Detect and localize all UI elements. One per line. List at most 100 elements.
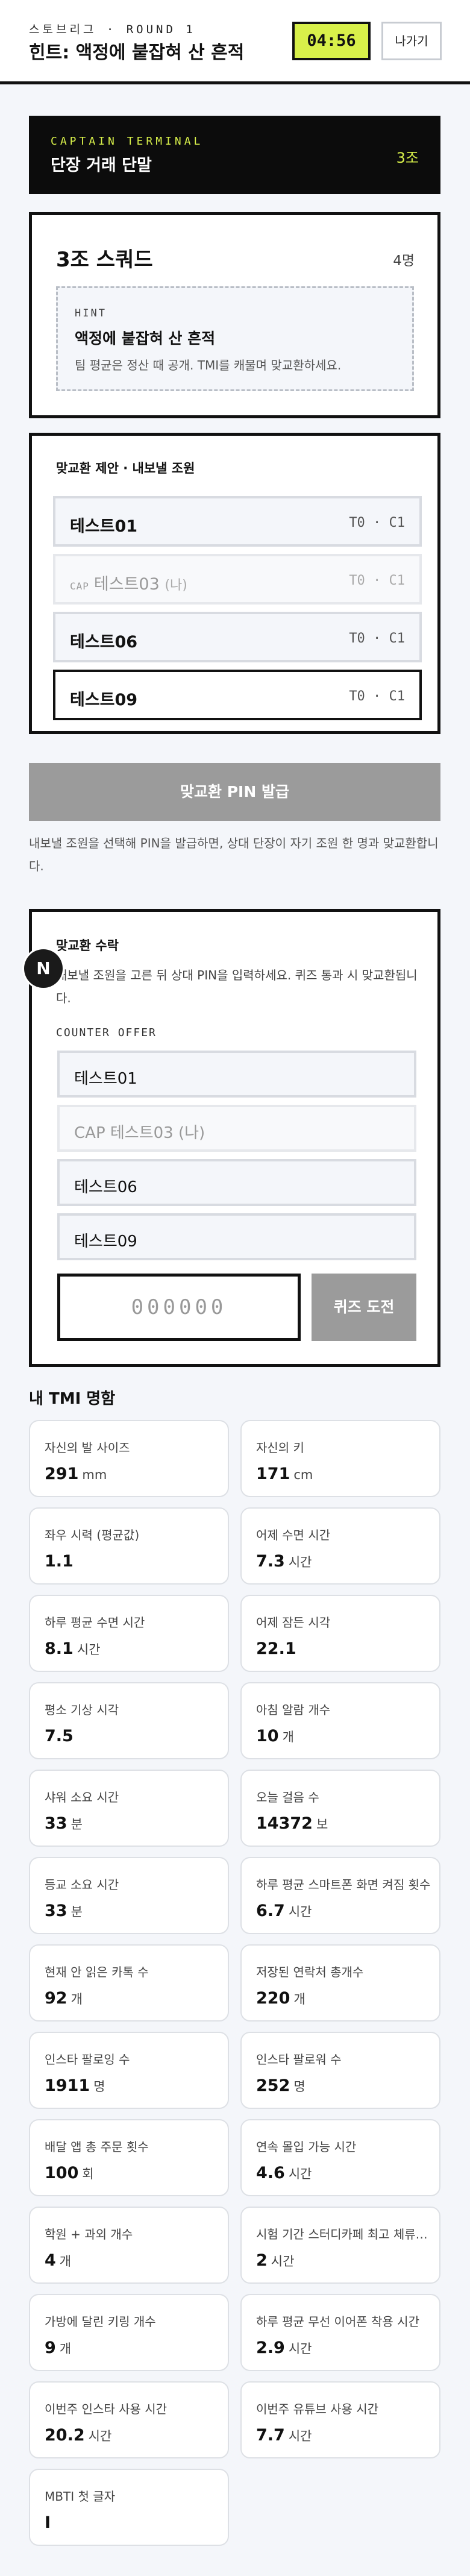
member-row[interactable]: 테스트06 T0 · C1 xyxy=(53,612,422,662)
tmi-answer: 4.6 시간 xyxy=(256,2164,312,2182)
tmi-answer: 6.7 시간 xyxy=(256,1902,312,1920)
tmi-answer: 1911 명 xyxy=(45,2076,105,2095)
tmi-answer: 291 mm xyxy=(45,1465,107,1483)
tmi-card: 배달 앱 총 주문 횟수 100 회 xyxy=(29,2119,229,2196)
offer-member-name: 테스트06 xyxy=(74,1178,137,1196)
tmi-question: 오늘 걸음 수 xyxy=(256,1790,319,1805)
counter-offer-label: COUNTER OFFER xyxy=(56,1026,157,1039)
tmi-answer: 33 분 xyxy=(45,1814,83,1833)
tmi-value: 291 xyxy=(45,1465,79,1483)
tmi-question: 배달 앱 총 주문 횟수 xyxy=(45,2140,149,2154)
tmi-value: 4 xyxy=(45,2251,56,2270)
tmi-question: 샤워 소요 시간 xyxy=(45,1790,119,1805)
tmi-card: 하루 평균 스마트폰 화면 켜짐 횟수 6.7 시간 xyxy=(240,1857,440,1934)
member-meta: T0 · C1 xyxy=(349,689,405,704)
tmi-question: 어제 수면 시간 xyxy=(256,1528,331,1542)
offer-member-name: 테스트09 xyxy=(74,1233,137,1251)
tmi-answer: 7.7 시간 xyxy=(256,2426,312,2445)
tmi-card: 이번주 유튜브 사용 시간 7.7 시간 xyxy=(240,2381,440,2458)
accept-title: 맞교환 수락 xyxy=(56,938,119,953)
tmi-question: 어제 잠든 시각 xyxy=(256,1615,331,1630)
tmi-unit: 명 xyxy=(293,2079,306,2094)
tmi-card: 하루 평균 무선 이어폰 착용 시간 2.9 시간 xyxy=(240,2294,440,2371)
page-title: 힌트: 액정에 붙잡혀 산 흔적 xyxy=(29,42,245,63)
counter-offer-row-captain: CAP 테스트03 (나) xyxy=(57,1105,416,1152)
tmi-answer: 14372 보 xyxy=(256,1814,328,1833)
tmi-unit: 개 xyxy=(282,1730,294,1744)
squad-name: 3조 스쿼드 xyxy=(56,248,153,272)
tmi-card: 하루 평균 수면 시간 8.1 시간 xyxy=(29,1595,229,1672)
trade-accept-panel: 맞교환 수락 내보낼 조원을 고른 뒤 상대 PIN을 입력하세요. 퀴즈 통과… xyxy=(29,909,440,1367)
counter-offer-row[interactable]: 테스트06 xyxy=(57,1159,416,1206)
tmi-question: 하루 평균 스마트폰 화면 켜짐 횟수 xyxy=(256,1877,431,1892)
hint-card: HINT 액정에 붙잡혀 산 흔적 팀 평균은 정산 때 공개. TMI를 캐물… xyxy=(56,286,414,391)
top-header: 스토브리그 · ROUND 1 힌트: 액정에 붙잡혀 산 흔적 04:56 나… xyxy=(0,0,470,84)
tmi-unit: 시간 xyxy=(288,2429,312,2443)
counter-offer-row[interactable]: 테스트01 xyxy=(57,1051,416,1098)
issue-pin-button[interactable]: 맞교환 PIN 발급 xyxy=(29,763,440,821)
tmi-question: 연속 몰입 가능 시간 xyxy=(256,2140,357,2154)
terminal-eyebrow: CAPTAIN TERMINAL xyxy=(51,135,204,148)
team-label: 3조 xyxy=(396,149,419,166)
tmi-question: 평소 기상 시각 xyxy=(45,1703,119,1717)
offer-member-name: CAP 테스트03 (나) xyxy=(74,1124,205,1142)
accept-description: 내보낼 조원을 고른 뒤 상대 PIN을 입력하세요. 퀴즈 통과 시 맞교환됩… xyxy=(56,968,418,1005)
tmi-value: 4.6 xyxy=(256,2164,285,2182)
floating-n-badge[interactable]: N xyxy=(24,949,63,988)
tmi-card: 자신의 키 171 cm xyxy=(240,1420,440,1497)
tmi-question: 가방에 달린 키링 개수 xyxy=(45,2314,156,2329)
tmi-card: 아침 알람 개수 10 개 xyxy=(240,1682,440,1759)
tmi-question: 이번주 인스타 사용 시간 xyxy=(45,2402,168,2416)
tmi-value: 6.7 xyxy=(256,1902,285,1920)
leave-button[interactable]: 나가기 xyxy=(381,22,442,60)
tmi-unit: 시간 xyxy=(288,2342,312,2356)
me-suffix: (나) xyxy=(164,578,187,593)
tmi-card: 이번주 인스타 사용 시간 20.2 시간 xyxy=(29,2381,229,2458)
tmi-unit: cm xyxy=(293,1468,313,1482)
offer-member-name: 테스트01 xyxy=(74,1070,137,1088)
tmi-unit: 분 xyxy=(70,1817,83,1832)
tmi-question: 자신의 발 사이즈 xyxy=(45,1440,130,1455)
pin-input[interactable]: 000000 xyxy=(57,1274,301,1341)
round-label: 스토브리그 · ROUND 1 xyxy=(29,23,196,36)
tmi-unit: mm xyxy=(82,1468,107,1482)
quiz-challenge-button[interactable]: 퀴즈 도전 xyxy=(312,1274,416,1341)
tmi-card: 연속 몰입 가능 시간 4.6 시간 xyxy=(240,2119,440,2196)
counter-offer-row[interactable]: 테스트09 xyxy=(57,1213,416,1260)
hint-description: 팀 평균은 정산 때 공개. TMI를 캐물며 맞교환하세요. xyxy=(75,358,342,372)
member-name: 테스트03 xyxy=(93,575,160,594)
tmi-value: 2 xyxy=(256,2251,268,2270)
captain-terminal-banner: CAPTAIN TERMINAL 단장 거래 단말 3조 xyxy=(29,116,440,194)
tmi-answer: 9개 xyxy=(45,2339,71,2357)
tmi-card: 현재 안 읽은 카톡 수 92 개 xyxy=(29,1944,229,2022)
member-meta: T0 · C1 xyxy=(349,515,405,530)
tmi-answer: 220 개 xyxy=(256,1989,306,2008)
tmi-answer: 8.1 시간 xyxy=(45,1639,100,1658)
tmi-question: 하루 평균 무선 이어폰 착용 시간 xyxy=(256,2314,419,2329)
tmi-question: 자신의 키 xyxy=(256,1440,304,1455)
member-meta: T0 · C1 xyxy=(349,573,405,588)
member-meta: T0 · C1 xyxy=(349,631,405,646)
tmi-question: 인스타 팔로잉 수 xyxy=(45,2052,130,2067)
tmi-card: 저장된 연락처 총개수 220 개 xyxy=(240,1944,440,2022)
tmi-card: 좌우 시력 (평균값) 1.1 xyxy=(29,1507,229,1585)
tmi-answer: 2.9 시간 xyxy=(256,2339,312,2357)
squad-member-count: 4명 xyxy=(393,253,415,269)
tmi-card: 인스타 팔로잉 수 1911 명 xyxy=(29,2032,229,2109)
tmi-question: 인스타 팔로워 수 xyxy=(256,2052,342,2067)
tmi-card: 샤워 소요 시간 33 분 xyxy=(29,1770,229,1847)
tmi-value: I xyxy=(45,2513,51,2532)
tmi-unit: 시간 xyxy=(288,1905,312,1919)
tmi-answer: 7.5 xyxy=(45,1727,77,1745)
member-row[interactable]: 테스트01 T0 · C1 xyxy=(53,496,422,547)
tmi-unit: 시간 xyxy=(288,2167,312,2181)
tmi-question: 현재 안 읽은 카톡 수 xyxy=(45,1965,149,1979)
tmi-value: 252 xyxy=(256,2076,290,2095)
tmi-card: 어제 잠든 시각 22.1 xyxy=(240,1595,440,1672)
tmi-value: 22.1 xyxy=(256,1639,296,1658)
tmi-unit: 시간 xyxy=(88,2429,112,2443)
tmi-answer: I xyxy=(45,2513,54,2532)
tmi-card: 자신의 발 사이즈 291 mm xyxy=(29,1420,229,1497)
member-row-selected[interactable]: 테스트09 T0 · C1 xyxy=(53,670,422,720)
tmi-question: 학원 + 과외 개수 xyxy=(45,2227,133,2241)
